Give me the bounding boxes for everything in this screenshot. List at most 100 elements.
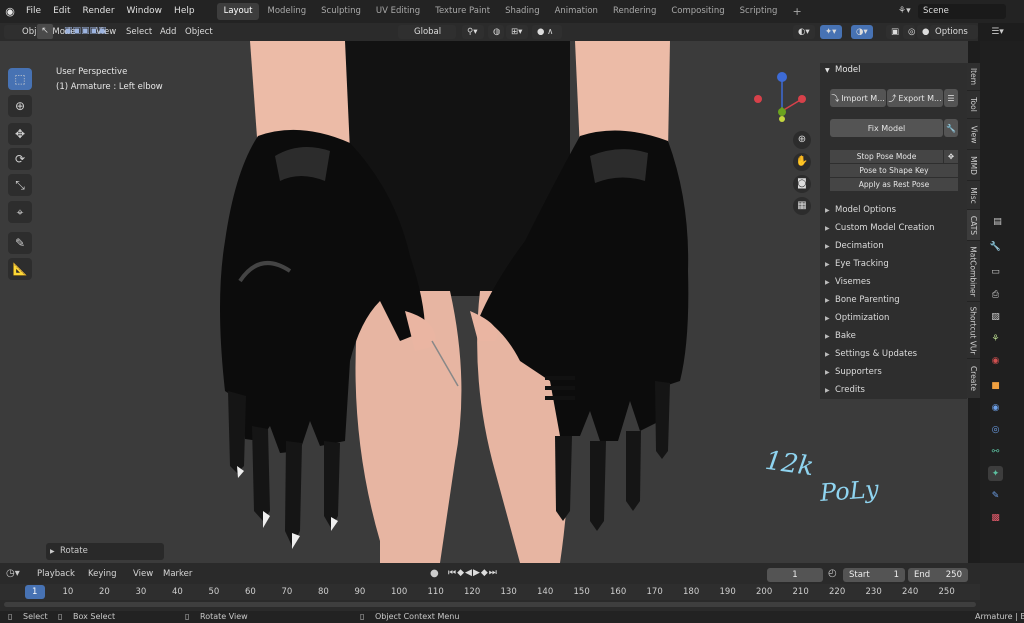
overlay-toggle-icon[interactable]: ◑▾: [851, 25, 873, 39]
tab-modeling[interactable]: Modeling: [260, 3, 313, 20]
section-eye-tracking[interactable]: ▶ Eye Tracking: [820, 256, 967, 273]
shading-solid-icon[interactable]: ●: [917, 25, 929, 39]
tab-matcombiner[interactable]: MatCombiner: [967, 241, 980, 301]
cursor-tool-button[interactable]: ⊕: [8, 95, 32, 117]
menu-window[interactable]: Window: [121, 0, 169, 23]
section-credits[interactable]: ▶ Credits: [820, 382, 967, 399]
visibility-icon[interactable]: ◐▾: [793, 25, 815, 39]
bone-properties-icon[interactable]: ✎: [988, 488, 1003, 503]
pose-mode-icon[interactable]: ✥: [944, 150, 958, 163]
timeline[interactable]: ◷▾ Playback Keying View Marker ● ⏮◆◀▶◆⏭ …: [0, 563, 1024, 611]
tab-sculpting[interactable]: Sculpting: [314, 3, 368, 20]
section-optimization[interactable]: ▶ Optimization: [820, 310, 967, 327]
object-properties-icon[interactable]: ■: [988, 378, 1003, 393]
select-mode-icons[interactable]: ▣▣▣▣▣: [64, 24, 134, 39]
use-preview-range-icon[interactable]: ◴: [828, 568, 837, 579]
playback-controls[interactable]: ⏮◆◀▶◆⏭: [448, 568, 498, 578]
last-operator-panel[interactable]: ▶ Rotate: [46, 543, 164, 560]
section-settings-updates[interactable]: ▶ Settings & Updates: [820, 346, 967, 363]
zoom-icon[interactable]: ⊕: [793, 131, 811, 149]
object-constraint-icon[interactable]: ⚯: [988, 444, 1003, 459]
wrench-icon[interactable]: 🔧: [944, 119, 958, 137]
import-model-button[interactable]: ⤵ Import M...: [830, 89, 886, 107]
xray-icon[interactable]: ▣: [886, 25, 900, 39]
menu-render[interactable]: Render: [77, 0, 121, 23]
pivot-icon[interactable]: ⚲▾: [462, 25, 484, 39]
snap-icon[interactable]: ◍: [488, 25, 504, 39]
apply-as-rest-pose-button[interactable]: Apply as Rest Pose: [830, 178, 958, 191]
menu-object[interactable]: Object: [185, 25, 213, 39]
blender-logo-icon[interactable]: ◉: [0, 5, 20, 18]
output-properties-icon[interactable]: ⎙: [988, 287, 1003, 302]
menu-edit[interactable]: Edit: [47, 0, 76, 23]
marker-menu[interactable]: Marker: [163, 569, 192, 579]
section-supporters[interactable]: ▶ Supporters: [820, 364, 967, 381]
timeline-view-menu[interactable]: View: [133, 569, 153, 579]
tab-rendering[interactable]: Rendering: [606, 3, 663, 20]
world-properties-icon[interactable]: ◉: [988, 353, 1003, 368]
rotate-tool-button[interactable]: ⟳: [8, 148, 32, 170]
tab-animation[interactable]: Animation: [548, 3, 605, 20]
tab-cats[interactable]: CATS: [967, 210, 980, 240]
model-panel-header[interactable]: ▼ Model: [820, 63, 967, 78]
scene-properties-icon[interactable]: ⚘: [988, 331, 1003, 346]
texture-properties-icon[interactable]: ▩: [988, 510, 1003, 525]
proportional-edit-icon[interactable]: ● ∧: [532, 25, 562, 39]
tab-shortcut-vur[interactable]: Shortcut VUr: [967, 302, 980, 358]
scene-selector-icon[interactable]: ⚘▾: [898, 4, 916, 19]
tab-compositing[interactable]: Compositing: [664, 3, 731, 20]
tab-misc[interactable]: Misc: [967, 181, 980, 209]
section-custom-model-creation[interactable]: ▶ Custom Model Creation: [820, 220, 967, 237]
tab-texture-paint[interactable]: Texture Paint: [428, 3, 497, 20]
section-model-options[interactable]: ▶ Model Options: [820, 202, 967, 219]
section-decimation[interactable]: ▶ Decimation: [820, 238, 967, 255]
fix-model-button[interactable]: Fix Model: [830, 119, 943, 137]
tab-view[interactable]: View: [967, 119, 980, 149]
tab-item[interactable]: Item: [967, 63, 980, 90]
section-bone-parenting[interactable]: ▶ Bone Parenting: [820, 292, 967, 309]
move-tool-button[interactable]: ✥: [8, 123, 32, 145]
tab-uv-editing[interactable]: UV Editing: [369, 3, 427, 20]
scene-field[interactable]: Scene: [918, 4, 1006, 19]
menu-help[interactable]: Help: [168, 0, 201, 23]
stop-pose-mode-button[interactable]: Stop Pose Mode: [830, 150, 943, 163]
camera-view-icon[interactable]: ◙: [793, 175, 811, 193]
section-bake[interactable]: ▶ Bake: [820, 328, 967, 345]
record-button[interactable]: ●: [430, 568, 439, 579]
navigation-gizmo[interactable]: [752, 71, 812, 131]
properties-editor-icon[interactable]: ▤: [990, 214, 1005, 229]
tab-mmd[interactable]: MMD: [967, 150, 980, 180]
start-frame-field[interactable]: Start 1: [843, 568, 905, 582]
shading-wireframe-icon[interactable]: ◎: [903, 25, 915, 39]
pan-hand-icon[interactable]: ✋: [793, 153, 811, 171]
section-visemes[interactable]: ▶ Visemes: [820, 274, 967, 291]
snap-target-icon[interactable]: ⊞▾: [506, 25, 528, 39]
playback-menu[interactable]: Playback: [37, 569, 75, 579]
outliner-display-icon[interactable]: ☰▾: [990, 24, 1005, 39]
measure-tool-button[interactable]: 📐: [8, 258, 32, 280]
orientation-dropdown[interactable]: Global: [398, 25, 456, 39]
annotate-tool-button[interactable]: ✎: [8, 232, 32, 254]
timeline-editor-icon[interactable]: ◷▾: [6, 568, 20, 579]
select-tool-button[interactable]: ⬚: [8, 68, 32, 90]
select-box-icon[interactable]: ↖: [37, 24, 53, 39]
export-model-button[interactable]: ⤴ Export M...: [887, 89, 943, 107]
object-data-armature-icon[interactable]: ✦: [988, 466, 1003, 481]
render-properties-icon[interactable]: ▭: [988, 264, 1003, 279]
tab-tool[interactable]: Tool: [967, 91, 980, 118]
tab-shading[interactable]: Shading: [498, 3, 547, 20]
transform-tool-button[interactable]: ⌖: [8, 201, 32, 223]
keying-menu[interactable]: Keying: [88, 569, 117, 579]
tab-scripting[interactable]: Scripting: [733, 3, 785, 20]
tab-layout[interactable]: Layout: [216, 3, 260, 20]
physics-properties-icon[interactable]: ◎: [988, 422, 1003, 437]
timeline-scrollbar[interactable]: [4, 602, 976, 607]
add-workspace-button[interactable]: +: [785, 3, 808, 20]
modifier-properties-icon[interactable]: ◉: [988, 400, 1003, 415]
scale-tool-button[interactable]: ⤡: [8, 174, 32, 196]
gizmo-toggle-icon[interactable]: ✦▾: [820, 25, 842, 39]
end-frame-field[interactable]: End 250: [908, 568, 968, 582]
current-frame-field[interactable]: 1: [767, 568, 823, 582]
ortho-grid-icon[interactable]: ▦: [793, 197, 811, 215]
view-layer-icon[interactable]: ▨: [988, 309, 1003, 324]
